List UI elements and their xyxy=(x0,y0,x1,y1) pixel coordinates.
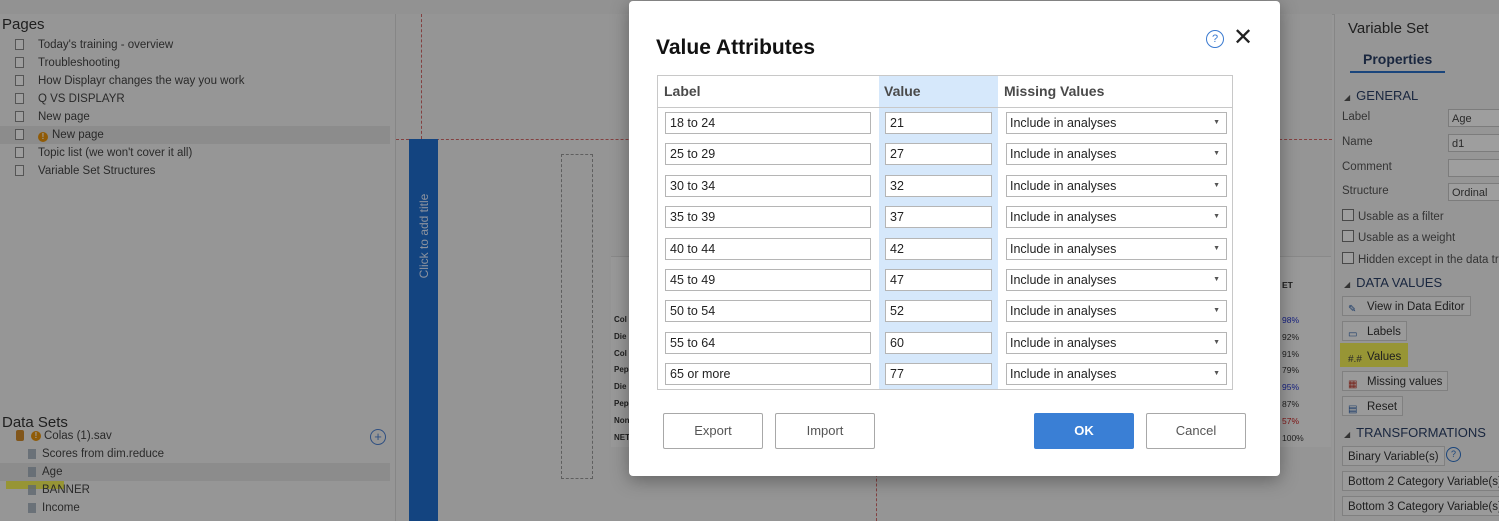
help-icon[interactable]: ? xyxy=(1206,30,1224,48)
chevron-down-icon: ▼ xyxy=(1213,119,1220,126)
value-input[interactable]: 52 xyxy=(885,300,992,323)
label-input[interactable]: 30 to 34 xyxy=(665,174,871,197)
chevron-down-icon: ▼ xyxy=(1213,370,1220,378)
chevron-down-icon: ▼ xyxy=(1213,244,1220,252)
import-button[interactable]: Import xyxy=(775,413,875,449)
value-input[interactable]: 21 xyxy=(885,112,992,134)
close-icon[interactable]: ✕ xyxy=(1233,26,1253,50)
missing-values-select[interactable]: Include in analyses ▼ xyxy=(1006,174,1227,197)
select-value: Include in analyses xyxy=(1010,273,1117,287)
value-attributes-grid: Label Value Missing Values 18 to 24 21 Inc… xyxy=(657,75,1233,390)
label-input[interactable]: 40 to 44 xyxy=(665,237,871,260)
chevron-down-icon: ▼ xyxy=(1213,150,1220,158)
missing-values-select[interactable]: Include in analyses ▼ xyxy=(1006,331,1227,354)
missing-values-select[interactable]: Include in analyses ▼ xyxy=(1006,363,1227,386)
chevron-down-icon: ▼ xyxy=(1213,338,1220,346)
select-value: Include in analyses xyxy=(1010,367,1117,382)
chevron-down-icon: ▼ xyxy=(1213,181,1220,189)
select-value: Include in analyses xyxy=(1010,304,1117,319)
column-header-missing-values[interactable]: Missing Values xyxy=(1004,76,1104,107)
missing-values-select[interactable]: Include in analyses ▼ xyxy=(1006,269,1227,291)
label-input[interactable]: 25 to 29 xyxy=(665,143,871,166)
chevron-down-icon: ▼ xyxy=(1213,276,1220,283)
value-input[interactable]: 60 xyxy=(885,331,992,354)
label-input[interactable]: 50 to 54 xyxy=(665,300,871,323)
label-input[interactable]: 35 to 39 xyxy=(665,206,871,229)
missing-values-select[interactable]: Include in analyses ▼ xyxy=(1006,300,1227,323)
table-row: 55 to 64 60 Include in analyses ▼ xyxy=(658,328,1232,359)
value-input[interactable]: 37 xyxy=(885,206,992,229)
column-header-label[interactable]: Label xyxy=(664,76,701,107)
ok-button[interactable]: OK xyxy=(1034,413,1134,449)
table-row: 65 or more 77 Include in analyses ▼ xyxy=(658,359,1232,390)
label-input[interactable]: 18 to 24 xyxy=(665,112,871,134)
table-row: 40 to 44 42 Include in analyses ▼ xyxy=(658,234,1232,265)
chevron-down-icon: ▼ xyxy=(1213,307,1220,315)
missing-values-select[interactable]: Include in analyses ▼ xyxy=(1006,237,1227,260)
select-value: Include in analyses xyxy=(1010,335,1117,350)
label-input[interactable]: 55 to 64 xyxy=(665,331,871,354)
table-row: 18 to 24 21 Include in analyses ▼ xyxy=(658,108,1232,139)
column-header-value[interactable]: Value xyxy=(884,76,921,107)
cancel-button[interactable]: Cancel xyxy=(1146,413,1246,449)
select-value: Include in analyses xyxy=(1010,241,1117,256)
table-row: 45 to 49 47 Include in analyses ▼ xyxy=(658,265,1232,296)
value-input[interactable]: 32 xyxy=(885,174,992,197)
value-input[interactable]: 42 xyxy=(885,237,992,260)
select-value: Include in analyses xyxy=(1010,147,1117,162)
table-row: 35 to 39 37 Include in analyses ▼ xyxy=(658,202,1232,233)
table-row: 30 to 34 32 Include in analyses ▼ xyxy=(658,171,1232,202)
export-button[interactable]: Export xyxy=(663,413,763,449)
value-input[interactable]: 77 xyxy=(885,363,992,386)
value-input[interactable]: 47 xyxy=(885,269,992,291)
value-input[interactable]: 27 xyxy=(885,143,992,166)
value-attributes-dialog: Value Attributes ? ✕ Label Value Missing… xyxy=(629,1,1280,476)
missing-values-select[interactable]: Include in analyses ▼ xyxy=(1006,112,1227,134)
label-input[interactable]: 65 or more xyxy=(665,363,871,386)
select-value: Include in analyses xyxy=(1010,210,1117,225)
missing-values-select[interactable]: Include in analyses ▼ xyxy=(1006,143,1227,166)
select-value: Include in analyses xyxy=(1010,116,1117,130)
table-row: 50 to 54 52 Include in analyses ▼ xyxy=(658,296,1232,327)
missing-values-select[interactable]: Include in analyses ▼ xyxy=(1006,206,1227,229)
chevron-down-icon: ▼ xyxy=(1213,213,1220,221)
select-value: Include in analyses xyxy=(1010,178,1117,193)
dialog-title: Value Attributes xyxy=(656,36,816,59)
label-input[interactable]: 45 to 49 xyxy=(665,269,871,291)
table-row: 25 to 29 27 Include in analyses ▼ xyxy=(658,139,1232,170)
